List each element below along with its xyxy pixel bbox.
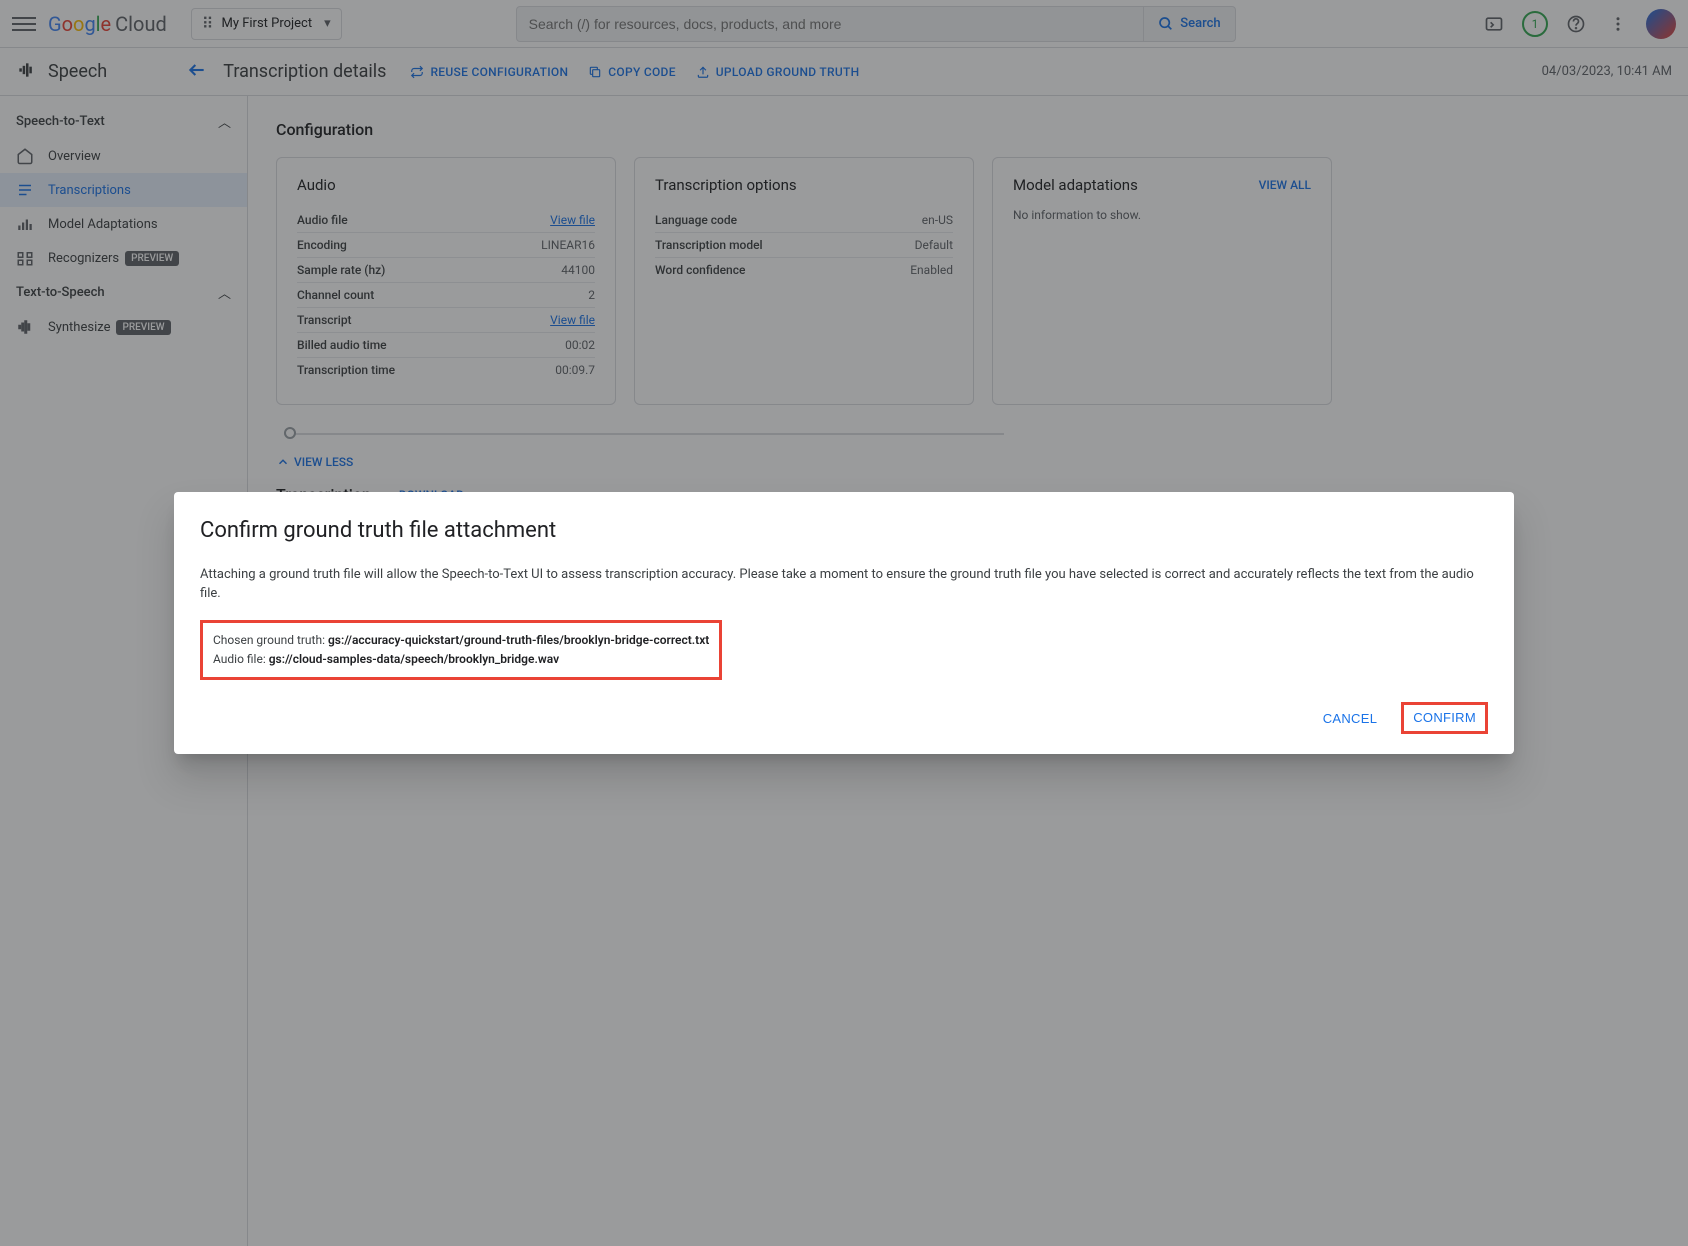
confirm-modal: Confirm ground truth file attachment Att… xyxy=(174,492,1514,754)
modal-title: Confirm ground truth file attachment xyxy=(200,518,1488,543)
cancel-button[interactable]: CANCEL xyxy=(1311,702,1390,734)
modal-overlay: Confirm ground truth file attachment Att… xyxy=(0,0,1688,1246)
modal-description: Attaching a ground truth file will allow… xyxy=(200,565,1488,604)
file-info-box: Chosen ground truth: gs://accuracy-quick… xyxy=(200,620,722,680)
confirm-button[interactable]: CONFIRM xyxy=(1413,710,1476,725)
confirm-button-highlight: CONFIRM xyxy=(1401,702,1488,734)
audio-file-path: gs://cloud-samples-data/speech/brooklyn_… xyxy=(269,652,559,666)
ground-truth-path: gs://accuracy-quickstart/ground-truth-fi… xyxy=(328,633,709,647)
